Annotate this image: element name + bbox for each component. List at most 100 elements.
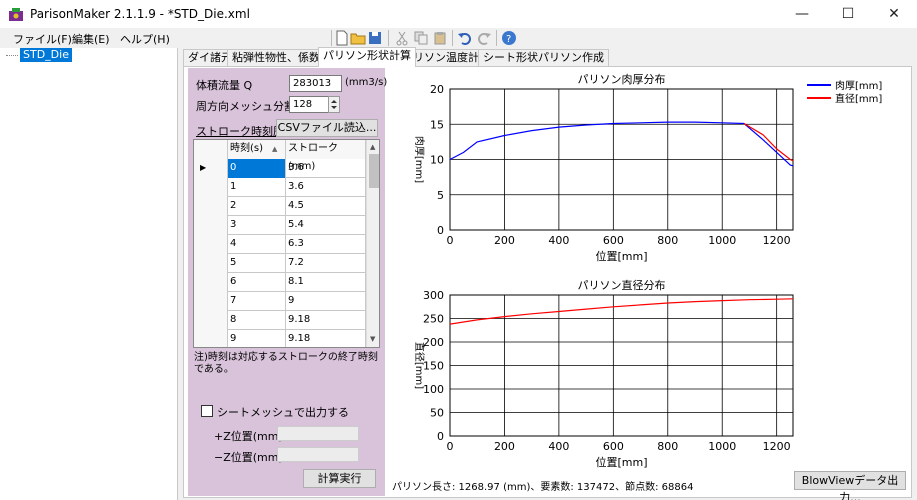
table-row[interactable]: 5 7.2 (194, 254, 366, 273)
paste-icon[interactable] (432, 30, 448, 46)
stroke-cell[interactable]: 4.5 (286, 197, 366, 216)
open-folder-icon[interactable] (350, 30, 366, 46)
y-tick-label: 300 (423, 289, 444, 302)
sheet-mesh-checkbox[interactable] (201, 405, 213, 417)
row-header[interactable] (194, 216, 228, 235)
new-file-icon[interactable] (334, 30, 350, 46)
y-tick-label: 20 (430, 83, 444, 96)
x-tick-label: 800 (657, 440, 678, 453)
mesh-count-spinner[interactable] (328, 96, 340, 113)
time-cell[interactable]: 5 (228, 254, 286, 273)
stroke-table: 時刻(s) ▲ ストローク(mm) ▶ 0 3.6 1 3.6 2 4.5 3 5.4 4 6.3 5 7… (193, 139, 380, 348)
stroke-cell[interactable]: 7.2 (286, 254, 366, 273)
minimize-button[interactable]: — (779, 0, 825, 28)
table-row[interactable]: 1 3.6 (194, 178, 366, 197)
y-tick-label: 10 (430, 154, 444, 167)
row-header[interactable] (194, 235, 228, 254)
flow-rate-unit: (mm3/s) (345, 77, 388, 88)
row-header[interactable] (194, 292, 228, 311)
stroke-cell[interactable]: 9.18 (286, 311, 366, 330)
y-tick-label: 200 (423, 336, 444, 349)
time-cell[interactable]: 7 (228, 292, 286, 311)
table-row[interactable]: 79 (194, 292, 366, 311)
chart-title: パリソン肉厚分布 (578, 73, 666, 86)
x-tick-label: 1200 (763, 440, 791, 453)
scroll-up-icon[interactable]: ▲ (370, 143, 375, 151)
x-tick-label: 1000 (708, 234, 736, 247)
row-header[interactable] (194, 254, 228, 273)
csv-load-button[interactable]: CSVファイル読込... (276, 119, 378, 137)
tab-viscoelastic[interactable]: 粘弾性物性、係数 (227, 49, 325, 66)
help-icon[interactable]: ? (501, 30, 517, 46)
stroke-cell[interactable]: 5.4 (286, 216, 366, 235)
time-cell[interactable]: 1 (228, 178, 286, 197)
x-tick-label: 0 (447, 234, 454, 247)
time-cell[interactable]: 9 (228, 330, 286, 347)
x-tick-label: 200 (494, 440, 515, 453)
minus-z-label: −Z位置(mm) (214, 451, 283, 464)
row-header[interactable]: ▶ (194, 159, 228, 178)
scroll-thumb[interactable] (369, 154, 379, 188)
minus-z-input[interactable] (277, 447, 359, 462)
project-tree: STD_Die (0, 48, 178, 500)
row-header[interactable] (194, 330, 228, 347)
table-row[interactable]: 8 9.18 (194, 311, 366, 330)
stroke-cell[interactable]: 8.1 (286, 273, 366, 292)
menu-help[interactable]: ヘルプ(H) (120, 31, 170, 47)
stroke-history-label: ストローク時刻歴 (196, 125, 284, 138)
menu-file[interactable]: ファイル(F) (13, 31, 72, 47)
time-cell[interactable]: 0 (228, 159, 286, 178)
x-tick-label: 400 (548, 440, 569, 453)
scroll-down-icon[interactable]: ▼ (370, 335, 375, 343)
tab-parison-shape[interactable]: パリソン形状計算 (318, 47, 416, 67)
save-icon[interactable] (367, 30, 383, 46)
stroke-cell[interactable]: 3.6 (286, 159, 366, 178)
column-header-stroke[interactable]: ストローク(mm) (286, 140, 366, 172)
row-header[interactable] (194, 273, 228, 292)
copy-icon[interactable] (413, 30, 429, 46)
row-header[interactable] (194, 178, 228, 197)
x-tick-label: 1200 (763, 234, 791, 247)
close-button[interactable]: ✕ (871, 0, 917, 28)
blowview-export-button[interactable]: BlowViewデータ出力... (794, 471, 906, 500)
time-cell[interactable]: 2 (228, 197, 286, 216)
table-scrollbar[interactable]: ▲ ▼ (366, 140, 379, 347)
table-row[interactable]: 4 6.3 (194, 235, 366, 254)
stroke-cell[interactable]: 9.18 (286, 330, 366, 347)
tree-node-root[interactable]: STD_Die (20, 48, 72, 62)
table-row[interactable]: 3 5.4 (194, 216, 366, 235)
row-header-corner (194, 140, 228, 159)
undo-icon[interactable] (457, 30, 473, 46)
table-row[interactable]: 2 4.5 (194, 197, 366, 216)
run-calculation-button[interactable]: 計算実行 (303, 469, 376, 488)
table-row[interactable]: 9 9.18 (194, 330, 366, 347)
x-tick-label: 1000 (708, 440, 736, 453)
stroke-cell[interactable]: 6.3 (286, 235, 366, 254)
toolbar-separator (452, 30, 453, 46)
maximize-button[interactable]: ☐ (825, 0, 871, 28)
time-cell[interactable]: 3 (228, 216, 286, 235)
time-cell[interactable]: 4 (228, 235, 286, 254)
sort-arrow-icon: ▲ (272, 145, 278, 153)
stroke-note: 注)時刻は対応するストロークの終了時刻である。 (194, 352, 378, 375)
table-row[interactable]: ▶ 0 3.6 (194, 159, 366, 178)
mesh-count-input[interactable]: 128 (289, 96, 329, 113)
time-cell[interactable]: 8 (228, 311, 286, 330)
flow-rate-input[interactable]: 283013 (289, 75, 342, 92)
y-axis-label: 直径[mm] (413, 342, 426, 389)
stroke-cell[interactable]: 9 (286, 292, 366, 311)
menu-edit[interactable]: 編集(E) (72, 31, 110, 47)
redo-icon[interactable] (476, 30, 492, 46)
svg-text:?: ? (506, 34, 511, 45)
cut-icon[interactable] (394, 30, 410, 46)
plus-z-input[interactable] (277, 426, 359, 441)
column-header-time[interactable]: 時刻(s) ▲ (228, 140, 286, 159)
tab-sheet-parison[interactable]: シート形状パリソン作成 (478, 49, 609, 66)
toolbar-separator (388, 30, 389, 46)
table-row[interactable]: 6 8.1 (194, 273, 366, 292)
stroke-cell[interactable]: 3.6 (286, 178, 366, 197)
row-header[interactable] (194, 197, 228, 216)
row-header[interactable] (194, 311, 228, 330)
diameter-chart: パリソン直径分布 0 200 400 600 800 1000 1200 0 50 100 150 20… (413, 278, 794, 469)
time-cell[interactable]: 6 (228, 273, 286, 292)
